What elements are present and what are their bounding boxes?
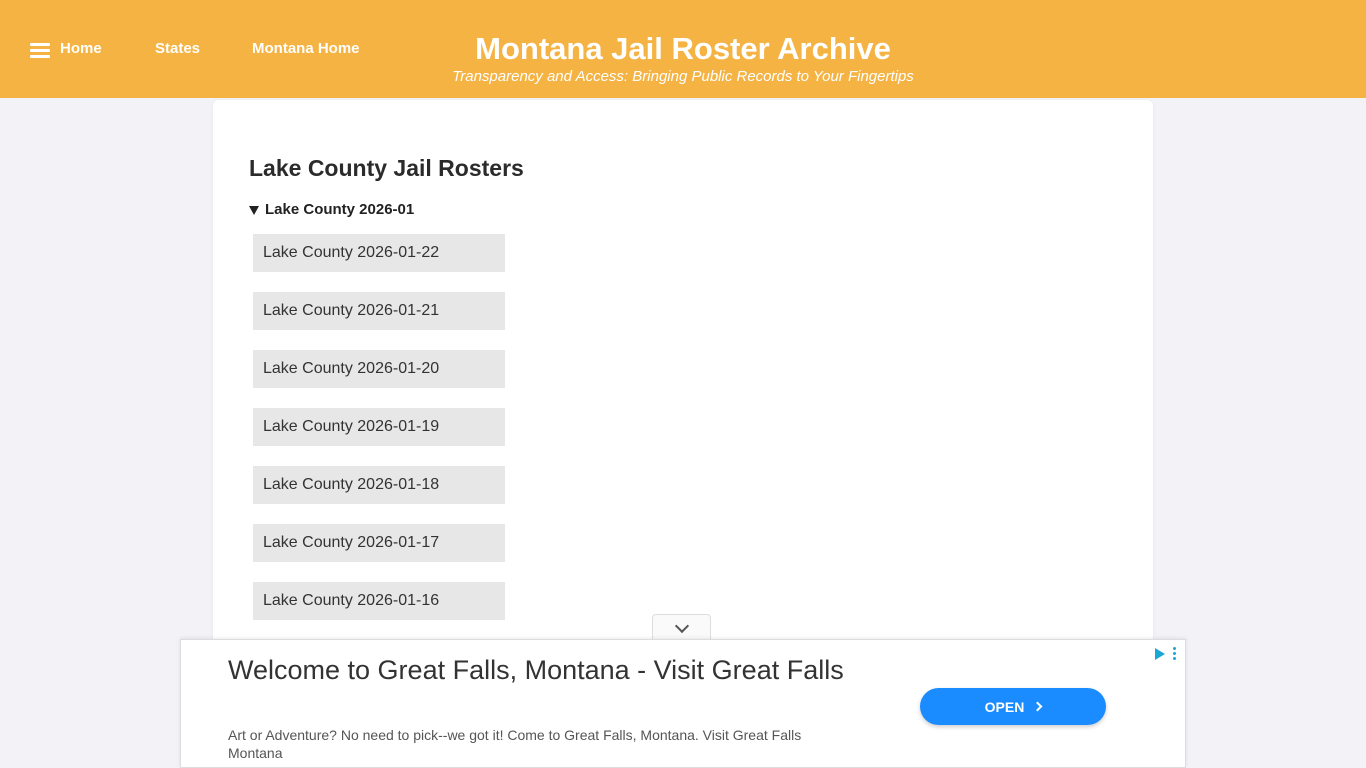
- content-card: Lake County Jail Rosters Lake County 202…: [213, 100, 1153, 660]
- roster-link[interactable]: Lake County 2026-01-22: [253, 234, 505, 272]
- roster-link[interactable]: Lake County 2026-01-20: [253, 350, 505, 388]
- more-options-icon[interactable]: [1173, 647, 1176, 660]
- roster-list: Lake County 2026-01-22 Lake County 2026-…: [253, 234, 505, 640]
- chevron-down-icon: [674, 618, 689, 634]
- site-header: Home States Montana Home Montana Jail Ro…: [0, 0, 1366, 98]
- ad-open-label: OPEN: [984, 698, 1025, 715]
- chevron-right-icon: [1032, 701, 1043, 712]
- ad-collapse-button[interactable]: [652, 614, 711, 642]
- month-group-toggle[interactable]: Lake County 2026-01: [249, 200, 414, 220]
- month-group-label: Lake County 2026-01: [265, 201, 415, 218]
- roster-link[interactable]: Lake County 2026-01-21: [253, 292, 505, 330]
- site-subtitle: Transparency and Access: Bringing Public…: [452, 68, 914, 85]
- roster-link[interactable]: Lake County 2026-01-18: [253, 466, 505, 504]
- site-title: Montana Jail Roster Archive: [475, 31, 891, 66]
- ad-title[interactable]: Welcome to Great Falls, Montana - Visit …: [228, 652, 848, 688]
- roster-link[interactable]: Lake County 2026-01-17: [253, 524, 505, 562]
- roster-link[interactable]: Lake County 2026-01-16: [253, 582, 505, 620]
- ad-choices[interactable]: [1155, 647, 1176, 660]
- roster-link[interactable]: Lake County 2026-01-19: [253, 408, 505, 446]
- adchoices-icon[interactable]: [1155, 647, 1165, 660]
- ad-description[interactable]: Art or Adventure? No need to pick--we go…: [228, 726, 848, 762]
- page-title: Lake County Jail Rosters: [249, 155, 524, 181]
- disclosure-triangle-icon: [249, 205, 259, 215]
- ad-open-button[interactable]: OPEN: [920, 688, 1106, 725]
- ad-banner[interactable]: Welcome to Great Falls, Montana - Visit …: [180, 639, 1186, 768]
